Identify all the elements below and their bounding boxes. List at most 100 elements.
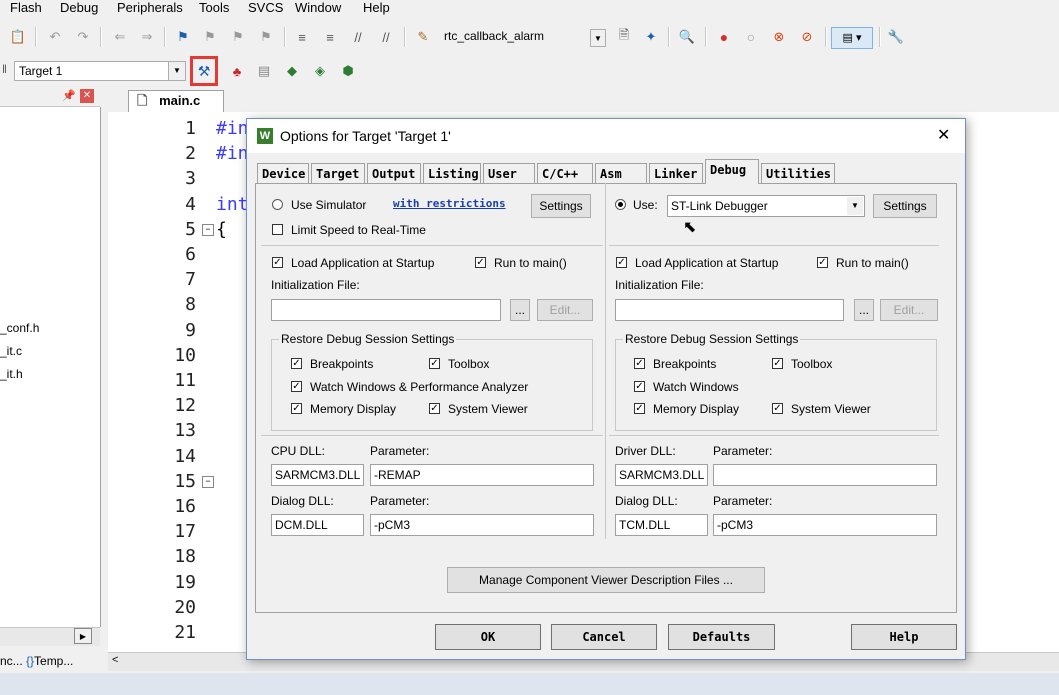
tab-listing[interactable]: Listing [423,163,481,183]
menu-debug[interactable]: Debug [60,0,98,16]
watch-windows-checkbox[interactable]: ✓ [291,381,302,392]
menu-svcs[interactable]: SVCS [248,0,283,16]
project-hscrollbar[interactable]: ▶ [0,627,100,646]
tab-device[interactable]: Device [257,163,309,183]
load-app-checkbox[interactable]: ✓ [272,257,283,268]
find-in-files-icon[interactable]: ✎ [413,27,433,47]
tab-target[interactable]: Target [311,163,365,183]
tab-asm[interactable]: Asm [595,163,647,183]
menu-tools[interactable]: Tools [199,0,229,16]
nav-back-icon[interactable]: ⇐ [110,27,130,47]
init-file-browse-button[interactable]: ... [854,299,874,321]
nav-forward-icon[interactable]: ⇒ [137,27,157,47]
scroll-right-icon[interactable]: ▶ [74,628,92,644]
manage-project-items-icon[interactable]: ♣ [227,61,247,81]
dialog-param-input[interactable]: -pCM3 [713,514,937,536]
debug-session-icon[interactable]: 🔍 [677,27,697,47]
paste-icon[interactable]: 📋 [8,27,28,47]
run-to-main-checkbox[interactable]: ✓ [475,257,486,268]
close-icon[interactable]: ✕ [937,125,950,145]
debugger-select[interactable]: ST-Link Debugger ▼ [667,195,865,217]
prev-bookmark-icon[interactable]: ⚑ [200,27,220,47]
tab-user[interactable]: User [483,163,535,183]
kill-breakpoints-icon[interactable]: ⊘ [797,27,817,47]
tab-cc[interactable]: C/C++ [537,163,593,183]
manage-component-viewer-button[interactable]: Manage Component Viewer Description File… [447,567,765,593]
ok-button[interactable]: OK [435,624,541,650]
indent-icon[interactable]: ≡ [292,27,312,47]
use-simulator-radio[interactable] [272,199,283,210]
menu-flash[interactable]: Flash [10,0,42,16]
help-button[interactable]: Help [851,624,957,650]
find-icon[interactable]: 🗎 [614,27,634,47]
fold-collapse-icon[interactable]: − [202,224,214,236]
file-extensions-icon[interactable]: ▤ [254,61,274,81]
dialog-dll-input[interactable]: TCM.DLL [615,514,708,536]
simulator-settings-button[interactable]: Settings [531,194,591,218]
watch-windows-checkbox[interactable]: ✓ [634,381,645,392]
init-file-input[interactable] [271,299,501,321]
close-icon[interactable]: ✕ [80,89,94,103]
tree-file-conf[interactable]: _conf.h [0,321,39,335]
driver-dll-input[interactable]: SARMCM3.DLL [615,464,708,486]
cpu-dll-input[interactable]: SARMCM3.DLL [271,464,364,486]
undo-icon[interactable]: ↶ [45,27,65,47]
configure-icon[interactable]: 🔧 [886,27,906,47]
tree-file-it-h[interactable]: _it.h [0,367,23,381]
panel-tab-templates[interactable]: {}Temp... [26,654,73,668]
tab-linker[interactable]: Linker [649,163,703,183]
clear-bookmarks-icon[interactable]: ⚑ [256,27,276,47]
comment-icon[interactable]: // [348,27,368,47]
memory-display-checkbox[interactable]: ✓ [634,403,645,414]
pack-installer-icon[interactable]: ⬢ [338,61,358,81]
tab-main-c[interactable]: 🗋 main.c [128,90,224,112]
panel-tab-functions[interactable]: nc... [0,654,23,668]
init-file-edit-button[interactable]: Edit... [880,299,938,321]
tab-output[interactable]: Output [367,163,421,183]
redo-icon[interactable]: ↷ [73,27,93,47]
unindent-icon[interactable]: ≡ [320,27,340,47]
limit-speed-checkbox[interactable] [272,224,283,235]
load-app-checkbox[interactable]: ✓ [616,257,627,268]
breakpoint-icon[interactable]: ● [714,27,734,47]
select-packs-icon[interactable]: ◈ [310,61,330,81]
dialog-param-input[interactable]: -pCM3 [370,514,594,536]
system-viewer-checkbox[interactable]: ✓ [429,403,440,414]
driver-param-input[interactable] [713,464,937,486]
options-for-target-button[interactable]: ⚒ [190,56,218,86]
scroll-left-icon[interactable]: < [112,654,118,666]
tab-utilities[interactable]: Utilities [761,163,835,183]
init-file-browse-button[interactable]: ... [510,299,530,321]
chevron-down-icon[interactable]: ▼ [590,29,606,47]
tab-debug[interactable]: Debug [705,159,759,184]
incremental-find-icon[interactable]: ✦ [641,27,661,47]
run-to-main-checkbox[interactable]: ✓ [817,257,828,268]
menu-peripherals[interactable]: Peripherals [117,0,183,16]
cancel-button[interactable]: Cancel [551,624,657,650]
target-select[interactable]: Target 1 ▼ [14,61,186,81]
use-debugger-radio[interactable] [615,199,626,210]
cpu-param-input[interactable]: -REMAP [370,464,594,486]
toolbox-checkbox[interactable]: ✓ [772,358,783,369]
init-file-edit-button[interactable]: Edit... [537,299,593,321]
next-bookmark-icon[interactable]: ⚑ [228,27,248,47]
debugger-settings-button[interactable]: Settings [873,194,937,218]
system-viewer-checkbox[interactable]: ✓ [772,403,783,414]
breakpoints-checkbox[interactable]: ✓ [634,358,645,369]
breakpoints-checkbox[interactable]: ✓ [291,358,302,369]
disable-all-breakpoints-icon[interactable]: ⊗ [769,27,789,47]
menu-help[interactable]: Help [363,0,390,16]
fold-collapse-icon[interactable]: − [202,476,214,488]
init-file-input[interactable] [615,299,844,321]
uncomment-icon[interactable]: // [376,27,396,47]
function-combo[interactable]: rtc_callback_alarm [440,27,608,47]
window-layout-icon[interactable]: ▤ ▾ [831,27,873,49]
dialog-dll-input[interactable]: DCM.DLL [271,514,364,536]
memory-display-checkbox[interactable]: ✓ [291,403,302,414]
toolbox-checkbox[interactable]: ✓ [429,358,440,369]
defaults-button[interactable]: Defaults [668,624,775,650]
disable-breakpoint-icon[interactable]: ○ [741,27,761,47]
pin-icon[interactable]: 📌 [62,89,76,102]
restrictions-link[interactable]: with restrictions [393,197,506,210]
manage-run-time-icon[interactable]: ◆ [282,61,302,81]
